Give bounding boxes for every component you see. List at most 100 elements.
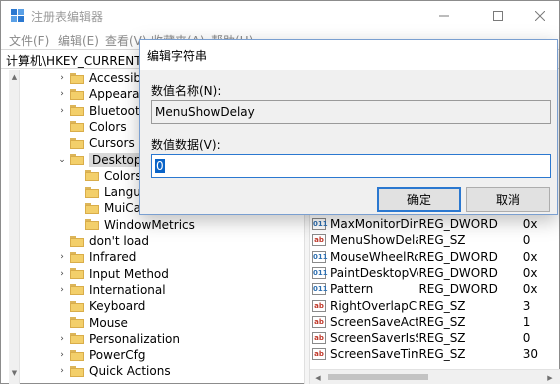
value-row[interactable]: 011 Pattern REG_DWORD 0x — [310, 281, 560, 297]
value-row[interactable]: 011MaxMonitorDimensionREG_DWORD 0x — [310, 216, 560, 232]
value-data-input[interactable]: 0 — [151, 154, 551, 178]
tree-item[interactable]: › PowerCfg — [56, 347, 146, 363]
tree-item[interactable]: › Personalization — [56, 331, 180, 347]
tree-item[interactable]: Mouse — [56, 315, 128, 331]
value-type: REG_DWORD — [418, 282, 498, 297]
value-row[interactable]: ab ScreenSaverIsSecureREG_SZ 0 — [310, 330, 560, 346]
value-name: ScreenSaveTimeOut — [330, 347, 419, 362]
folder-icon — [85, 186, 99, 198]
tree-item[interactable]: ⌄ Desktop — [56, 152, 145, 168]
chevron-right-icon[interactable]: › — [56, 106, 68, 116]
maximize-button[interactable] — [475, 1, 521, 31]
tree-item-label: Keyboard — [89, 299, 146, 314]
tree-item[interactable]: Colors — [56, 119, 127, 135]
value-data: 0x — [522, 282, 538, 297]
tree-item[interactable]: › Quick Actions — [56, 363, 170, 379]
folder-icon — [70, 365, 84, 377]
chevron-right-icon[interactable]: › — [56, 252, 68, 262]
window-title: 注册表编辑器 — [31, 10, 104, 24]
tree-item[interactable]: don't load — [56, 233, 149, 249]
dialog-title: 编辑字符串 — [147, 49, 208, 63]
scroll-left-icon[interactable]: ◀ — [312, 370, 324, 384]
value-row[interactable]: ab RightOverlapCharsREG_SZ 3 — [310, 298, 560, 314]
value-type: REG_SZ — [418, 314, 466, 329]
value-name-text: MenuShowDelay — [155, 105, 255, 119]
ok-button[interactable]: 确定 — [377, 187, 461, 212]
close-button[interactable] — [517, 1, 560, 31]
chevron-down-icon[interactable]: ⌄ — [56, 155, 68, 165]
tree-item[interactable]: › Bluetooth — [56, 103, 147, 119]
value-name: ScreenSaveActive — [330, 314, 419, 329]
value-name: ScreenSaverIsSecure — [330, 331, 418, 346]
tree-item-label: don't load — [89, 234, 150, 248]
close-icon — [535, 11, 545, 21]
tree-item[interactable]: Cursors — [56, 135, 135, 151]
folder-icon — [70, 284, 84, 296]
tree-item-label: PowerCfg — [89, 348, 146, 363]
dialog-title-bar[interactable]: 编辑字符串 — [140, 40, 557, 70]
chevron-right-icon[interactable]: › — [56, 350, 68, 360]
tree-item-label: Colors — [89, 119, 127, 134]
value-row[interactable]: 011MouseWheelRoutingREG_DWORD 0x — [310, 249, 560, 265]
value-data: 0 — [522, 233, 531, 248]
tree-scrollbar[interactable]: ▲ ▼ — [9, 70, 20, 384]
folder-icon — [70, 300, 84, 312]
folder-icon — [70, 105, 84, 117]
edit-string-dialog: 编辑字符串 数值名称(N): MenuShowDelay 数值数据(V): 0 … — [139, 39, 558, 215]
minimize-icon — [439, 15, 449, 17]
value-row[interactable]: 011PaintDesktopVersionREG_DWORD 0x — [310, 265, 560, 281]
tree-item-label: Cursors — [89, 136, 135, 151]
scroll-right-icon[interactable]: ▶ — [544, 370, 556, 384]
title-bar[interactable]: 注册表编辑器 — [1, 1, 559, 31]
value-row[interactable]: ab ScreenSaveTimeOutREG_SZ 30 — [310, 346, 560, 362]
tree-item[interactable]: › Input Method — [56, 266, 169, 282]
string-value-icon: ab — [312, 234, 326, 247]
folder-icon — [85, 219, 99, 231]
value-type: REG_SZ — [418, 233, 466, 248]
value-data: 0 — [522, 331, 531, 346]
minimize-button[interactable] — [421, 1, 467, 31]
cancel-button[interactable]: 取消 — [466, 187, 550, 212]
menu-edit[interactable]: 编辑(E) — [58, 32, 99, 49]
scroll-down-icon[interactable]: ▼ — [9, 366, 20, 380]
folder-icon — [70, 333, 84, 345]
folder-icon — [70, 235, 84, 247]
folder-icon — [85, 202, 99, 214]
folder-icon — [85, 170, 99, 182]
chevron-right-icon[interactable]: › — [56, 366, 68, 376]
tree-item[interactable]: WindowMetrics — [71, 217, 195, 233]
tree-item-label: WindowMetrics — [104, 217, 195, 232]
tree-item-label: Input Method — [89, 266, 169, 281]
value-row[interactable]: ab MenuShowDelayREG_SZ 0 — [310, 232, 560, 248]
value-type: REG_SZ — [418, 347, 466, 362]
folder-icon — [70, 121, 84, 133]
value-data: 30 — [522, 347, 539, 362]
chevron-right-icon[interactable]: › — [56, 334, 68, 344]
tree-item-label: Personalization — [89, 331, 180, 346]
value-name: MenuShowDelay — [330, 233, 418, 248]
chevron-right-icon[interactable]: › — [56, 269, 68, 279]
value-name: MouseWheelRouting — [330, 249, 419, 264]
chevron-right-icon[interactable]: › — [56, 285, 68, 295]
scroll-up-icon[interactable]: ▲ — [9, 70, 20, 84]
value-name: PaintDesktopVersion — [330, 265, 418, 280]
tree-item[interactable]: Keyboard — [56, 298, 145, 314]
value-row[interactable]: ab ScreenSaveActiveREG_SZ 1 — [310, 314, 560, 330]
tree-item[interactable]: Colors — [71, 168, 142, 184]
list-horizontal-scrollbar[interactable]: ◀ ▶ — [310, 369, 560, 384]
tree-item-label: Desktop — [89, 152, 145, 167]
tree-item[interactable]: › International — [56, 282, 165, 298]
chevron-right-icon[interactable]: › — [56, 73, 68, 83]
folder-icon — [70, 317, 84, 328]
value-data-text[interactable]: 0 — [155, 159, 165, 173]
menu-file[interactable]: 文件(F) — [9, 32, 49, 49]
value-name: RightOverlapChars — [330, 298, 418, 313]
chevron-right-icon[interactable]: › — [56, 89, 68, 99]
value-name: Pattern — [330, 282, 374, 297]
binary-value-icon: 011 — [312, 250, 328, 263]
scroll-thumb[interactable] — [328, 374, 428, 380]
value-data: 0x — [522, 217, 538, 231]
tree-item[interactable]: › Infrared — [56, 249, 136, 265]
value-type: REG_DWORD — [418, 265, 498, 280]
string-value-icon: ab — [312, 348, 326, 361]
